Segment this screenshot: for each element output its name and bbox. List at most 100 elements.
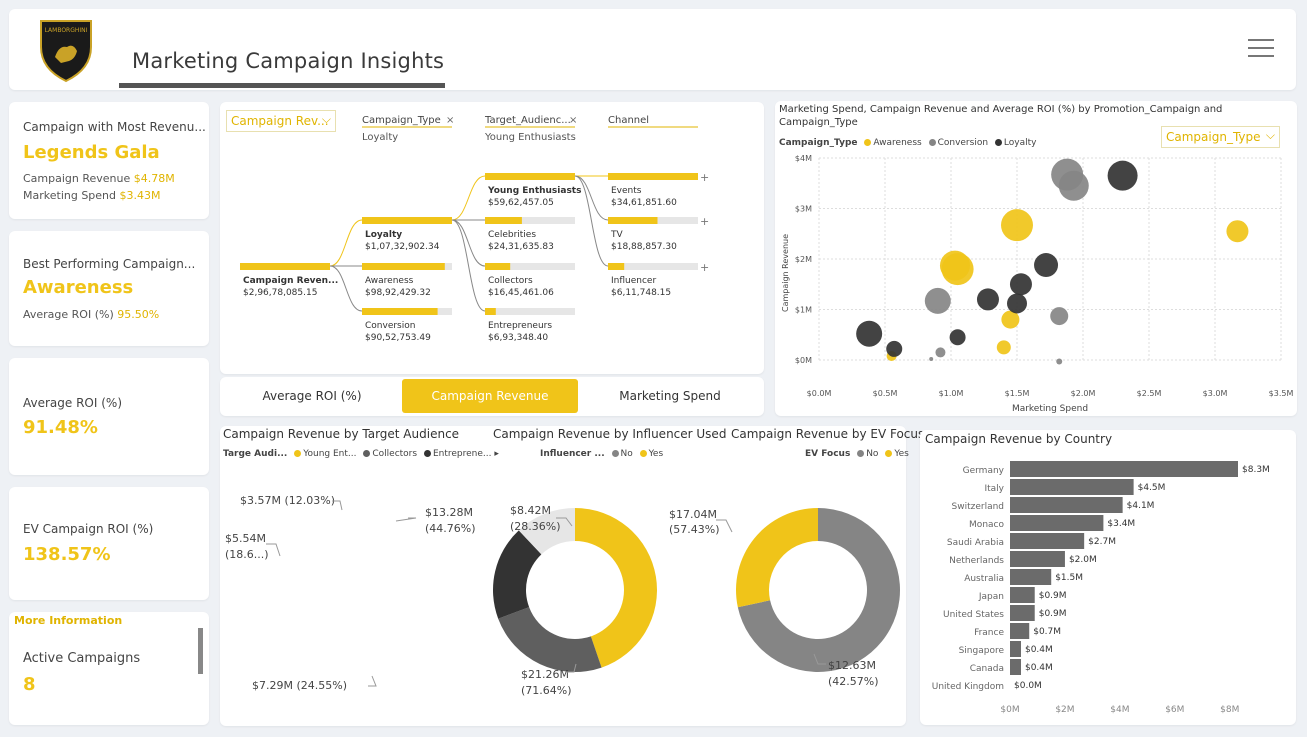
x-tick-label: $8M [1220,705,1239,715]
bar-data-label: $0.9M [1039,609,1067,619]
country-bar[interactable] [1010,551,1065,567]
donut-data-label: (42.57%) [828,675,879,688]
scatter-point[interactable] [935,347,946,358]
country-bar[interactable] [1010,659,1021,675]
tree-level-header[interactable]: Channel [608,115,649,126]
tree-node-bar[interactable] [362,263,445,270]
scatter-point[interactable] [976,288,999,311]
country-label: Singapore [959,646,1005,656]
x-tick-label: $3.5M [1269,389,1294,398]
donut-slice[interactable] [498,607,602,672]
tree-node-bar[interactable] [485,217,522,224]
scatter-point[interactable] [924,287,951,314]
tree-node-bar[interactable] [240,263,330,270]
scatter-point[interactable] [1007,293,1027,314]
country-bar[interactable] [1010,605,1035,621]
dropdown-label: Campaign_Type [1166,130,1261,144]
country-bar[interactable] [1010,623,1030,639]
expand-plus-icon[interactable]: + [700,215,709,228]
scatter-point[interactable] [1226,220,1249,243]
kpi-average-roi: Average ROI (%) 91.48% [9,358,209,475]
tree-node-bar[interactable] [608,263,625,270]
tree-node-bar[interactable] [485,308,496,315]
kpi-spend-line: Marketing Spend $3.43M [23,189,161,202]
country-bar[interactable] [1010,641,1021,657]
tree-link [329,219,363,267]
donut-data-label: $21.26M [521,668,569,681]
scatter-point[interactable] [996,340,1011,355]
remove-level-icon[interactable]: × [446,115,454,126]
country-bar[interactable] [1010,569,1052,585]
y-tick-label: $0M [795,356,812,365]
active-campaigns-value: 8 [23,674,36,695]
campaign-type-dropdown[interactable]: Campaign_Type ⌵ [1161,126,1280,148]
scatter-point[interactable] [1034,253,1059,278]
tree-level-filter: Young Enthusiasts [484,132,576,143]
x-tick-label: $2.5M [1137,389,1162,398]
scatter-point[interactable] [949,329,966,346]
tree-node-track [485,308,575,315]
tree-node-bar[interactable] [608,173,698,180]
expand-plus-icon[interactable]: + [700,171,709,184]
x-tick-label: $2.0M [1071,389,1096,398]
tree-level-header[interactable]: Campaign_Type [362,115,441,126]
tree-node-value: $6,93,348.40 [488,333,548,343]
hamburger-menu-icon[interactable] [1248,39,1274,59]
x-tick-label: $1.0M [939,389,964,398]
tree-level-header[interactable]: Target_Audienc... [484,115,571,126]
chevron-down-icon: ⌵ [321,112,331,126]
scatter-point[interactable] [1107,160,1138,191]
donut-slice[interactable] [736,508,818,608]
tree-node-bar[interactable] [485,173,575,180]
country-bar[interactable] [1010,515,1104,531]
tree-node-value: $1,07,32,902.34 [365,242,440,252]
scatter-point[interactable] [1001,209,1033,242]
kpi-ev-roi: EV Campaign ROI (%) 138.57% [9,487,209,600]
country-bar[interactable] [1010,497,1123,513]
scatter-legend: Campaign_Type Awareness Conversion Loyal… [779,138,1036,148]
country-bar[interactable] [1010,479,1134,495]
kpi-value: 138.57% [23,544,111,565]
tree-node-value: $98,92,429.32 [365,288,431,298]
scatter-point[interactable] [886,340,903,357]
remove-level-icon[interactable]: × [569,115,577,126]
bar-data-label: $1.5M [1055,573,1083,583]
tree-node-label: Young Enthusiasts [487,186,581,196]
scatter-point[interactable] [1056,358,1063,365]
scatter-point[interactable] [939,250,970,281]
tree-node-bar[interactable] [485,263,511,270]
tree-node-bar[interactable] [362,308,438,315]
campaign-revenue-button[interactable]: Campaign Revenue [402,379,578,413]
tree-node-label: Entrepreneurs [488,321,552,331]
donut-data-label: (71.64%) [521,684,572,697]
expand-plus-icon[interactable]: + [700,261,709,274]
legend-item: Conversion [937,138,989,148]
country-bar[interactable] [1010,587,1035,603]
scatter-point[interactable] [929,356,934,361]
scrollbar[interactable] [198,628,203,674]
y-tick-label: $3M [795,205,812,214]
scatter-point[interactable] [1050,307,1069,326]
x-tick-label: $6M [1165,705,1184,715]
tree-node-label: Campaign Reven... [243,276,338,286]
marketing-spend-button[interactable]: Marketing Spend [582,379,758,413]
country-bar-chart: Germany $8.3M Italy $4.5M Switzerland $4.1M Mo… [932,461,1270,715]
country-label: France [974,628,1004,638]
tree-node-bar[interactable] [362,217,452,224]
kpi-revenue-line: Campaign Revenue $4.78M [23,172,175,185]
bar-data-label: $4.1M [1127,501,1155,511]
scatter-point[interactable] [1009,273,1032,296]
tree-node-bar[interactable] [608,217,658,224]
y-axis-label: Campaign Revenue [781,234,790,312]
country-bar[interactable] [1010,533,1085,549]
country-bar[interactable] [1010,461,1238,477]
donut-data-label: (44.76%) [425,522,476,535]
title-underline [119,83,445,88]
tree-node-value: $90,52,753.49 [365,333,431,343]
scatter-point[interactable] [1058,170,1089,201]
bar-data-label: $0.4M [1025,663,1053,673]
average-roi-button[interactable]: Average ROI (%) [224,379,400,413]
scatter-point[interactable] [856,320,883,347]
tree-node-value: $24,31,635.83 [488,242,554,252]
measure-dropdown[interactable]: Campaign Rev... ⌵ [226,110,336,132]
